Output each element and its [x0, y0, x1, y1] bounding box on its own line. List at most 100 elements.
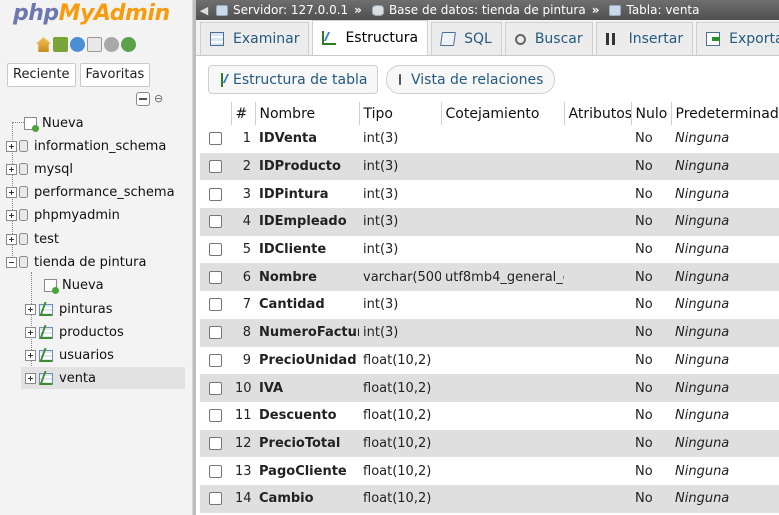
- home-icon[interactable]: [36, 37, 51, 52]
- breadcrumb-database[interactable]: Base de datos: tienda de pintura: [368, 3, 586, 17]
- column-null: No: [631, 125, 671, 153]
- tree-item-db-performance-schema[interactable]: performance_schema: [6, 181, 175, 203]
- favorite-tables-button[interactable]: Favoritas: [79, 63, 151, 87]
- collapse-all-icon[interactable]: [136, 92, 150, 106]
- row-checkbox[interactable]: [209, 464, 222, 478]
- table-row[interactable]: 1 IDVenta int(3) No Ninguna: [200, 125, 779, 153]
- tree-item-db-phpmyadmin[interactable]: phpmyadmin: [6, 204, 120, 226]
- row-checkbox[interactable]: [209, 492, 222, 506]
- link-with-main-panel-icon[interactable]: ⊖: [154, 92, 168, 106]
- tree-item-db-test[interactable]: test: [6, 228, 59, 250]
- column-default: Ninguna: [671, 208, 779, 236]
- table-row[interactable]: 4 IDEmpleado int(3) No Ninguna: [200, 208, 779, 236]
- table-row[interactable]: 12 PrecioTotal float(10,2) No Ninguna: [200, 429, 779, 458]
- expand-icon[interactable]: [6, 186, 17, 198]
- relation-view-button[interactable]: Vista de relaciones: [386, 65, 555, 94]
- table-row[interactable]: 7 Cantidad int(3) No Ninguna: [200, 291, 779, 319]
- row-number: 9: [231, 346, 255, 375]
- tree-item-table-usuarios[interactable]: usuarios: [25, 344, 114, 366]
- breadcrumb-server[interactable]: Servidor: 127.0.0.1: [212, 3, 348, 17]
- expand-icon[interactable]: [6, 140, 17, 152]
- row-checkbox[interactable]: [209, 436, 222, 450]
- table-row[interactable]: 5 IDCliente int(3) No Ninguna: [200, 235, 779, 264]
- row-checkbox[interactable]: [209, 187, 222, 201]
- column-header-name[interactable]: Nombre: [255, 102, 360, 125]
- row-checkbox[interactable]: [209, 132, 222, 146]
- column-null: No: [631, 346, 671, 375]
- tree-item-label: information_schema: [34, 138, 167, 154]
- column-header-default[interactable]: Predeterminado: [671, 102, 779, 125]
- row-checkbox[interactable]: [209, 298, 222, 312]
- column-default: Ninguna: [671, 457, 779, 485]
- table-structure-icon[interactable]: [38, 302, 54, 316]
- expand-icon[interactable]: [6, 163, 17, 175]
- breadcrumb-table[interactable]: Tabla: venta: [605, 3, 699, 17]
- collapse-icon[interactable]: [6, 256, 17, 268]
- column-default: Ninguna: [671, 125, 779, 153]
- tree-item-table-pinturas[interactable]: pinturas: [25, 298, 113, 320]
- row-checkbox[interactable]: [209, 215, 222, 229]
- table-row[interactable]: 3 IDPintura int(3) No Ninguna: [200, 180, 779, 209]
- tab-buscar[interactable]: Buscar: [504, 22, 593, 55]
- documentation-icon[interactable]: [87, 37, 102, 52]
- tree-item-new-table[interactable]: Nueva: [44, 274, 104, 296]
- table-row[interactable]: 9 PrecioUnidad float(10,2) No Ninguna: [200, 346, 779, 375]
- row-checkbox[interactable]: [209, 381, 222, 395]
- column-header-null[interactable]: Nulo: [631, 102, 672, 125]
- phpmyadmin-logo[interactable]: phpMyAdmin: [13, 1, 170, 31]
- row-checkbox[interactable]: [209, 270, 222, 284]
- table-structure-icon[interactable]: [38, 325, 54, 339]
- expand-icon[interactable]: [6, 209, 17, 221]
- recent-tables-button[interactable]: Reciente: [7, 63, 76, 87]
- tab-insertar[interactable]: Insertar: [595, 22, 694, 55]
- column-header-collation[interactable]: Cotejamiento: [441, 102, 565, 125]
- row-checkbox[interactable]: [209, 353, 222, 367]
- table-icon: [609, 4, 622, 16]
- help-icon[interactable]: [70, 37, 85, 52]
- reload-icon[interactable]: [121, 37, 136, 52]
- table-row[interactable]: 11 Descuento float(10,2) No Ninguna: [200, 401, 779, 430]
- column-attributes: [564, 263, 631, 292]
- table-row[interactable]: 2 IDProducto int(3) No Ninguna: [200, 152, 779, 181]
- expand-icon[interactable]: [25, 349, 36, 361]
- row-checkbox[interactable]: [209, 160, 222, 174]
- expand-icon[interactable]: [25, 326, 36, 338]
- tree-item-new-database[interactable]: Nueva: [24, 112, 84, 134]
- tree-item-table-venta[interactable]: venta: [21, 367, 185, 389]
- column-default: Ninguna: [671, 401, 779, 430]
- tree-item-table-productos[interactable]: productos: [25, 321, 124, 343]
- tree-item-db-information-schema[interactable]: information_schema: [6, 135, 166, 157]
- table-row[interactable]: 14 Cambio float(10,2) No Ninguna: [200, 484, 779, 513]
- exit-icon[interactable]: [53, 37, 68, 52]
- tree-item-db-tienda-de-pintura[interactable]: tienda de pintura: [6, 251, 146, 273]
- expand-icon[interactable]: [6, 233, 17, 245]
- table-row[interactable]: 6 Nombre varchar(500) utf8mb4_general_ci No N…: [200, 263, 779, 292]
- tab-exportar[interactable]: Exportar: [696, 22, 779, 55]
- nav-resize-handle[interactable]: [193, 0, 196, 515]
- table-row[interactable]: 10 IVA float(10,2) No Ninguna: [200, 374, 779, 402]
- column-header-type[interactable]: Tipo: [359, 102, 442, 125]
- column-header-attributes[interactable]: Atributos: [564, 102, 632, 125]
- row-number: 13: [231, 457, 255, 485]
- row-select-cell: [200, 346, 231, 375]
- tab-examinar[interactable]: Examinar: [200, 22, 310, 55]
- row-checkbox[interactable]: [209, 409, 222, 423]
- gear-icon[interactable]: [104, 37, 119, 52]
- row-checkbox[interactable]: [209, 243, 222, 257]
- expand-icon[interactable]: [25, 303, 36, 315]
- table-structure-button[interactable]: Estructura de tabla: [208, 65, 378, 94]
- column-default: Ninguna: [671, 263, 779, 292]
- tree-item-label: pinturas: [59, 301, 113, 317]
- arrow-left-icon[interactable]: ◀: [196, 4, 212, 17]
- tab-sql[interactable]: SQL: [431, 22, 502, 55]
- row-checkbox[interactable]: [209, 326, 222, 340]
- table-structure-icon[interactable]: [38, 371, 54, 385]
- tree-item-db-mysql[interactable]: mysql: [6, 158, 73, 180]
- column-null: No: [631, 429, 671, 458]
- table-structure-icon[interactable]: [38, 348, 54, 362]
- expand-icon[interactable]: [25, 372, 36, 384]
- column-header-number[interactable]: #: [231, 102, 256, 125]
- table-row[interactable]: 8NumeroFacturaint(3) NoNinguna: [200, 318, 779, 347]
- tab-estructura[interactable]: Estructura: [312, 20, 429, 55]
- table-row[interactable]: 13 PagoCliente float(10,2) No Ninguna: [200, 457, 779, 485]
